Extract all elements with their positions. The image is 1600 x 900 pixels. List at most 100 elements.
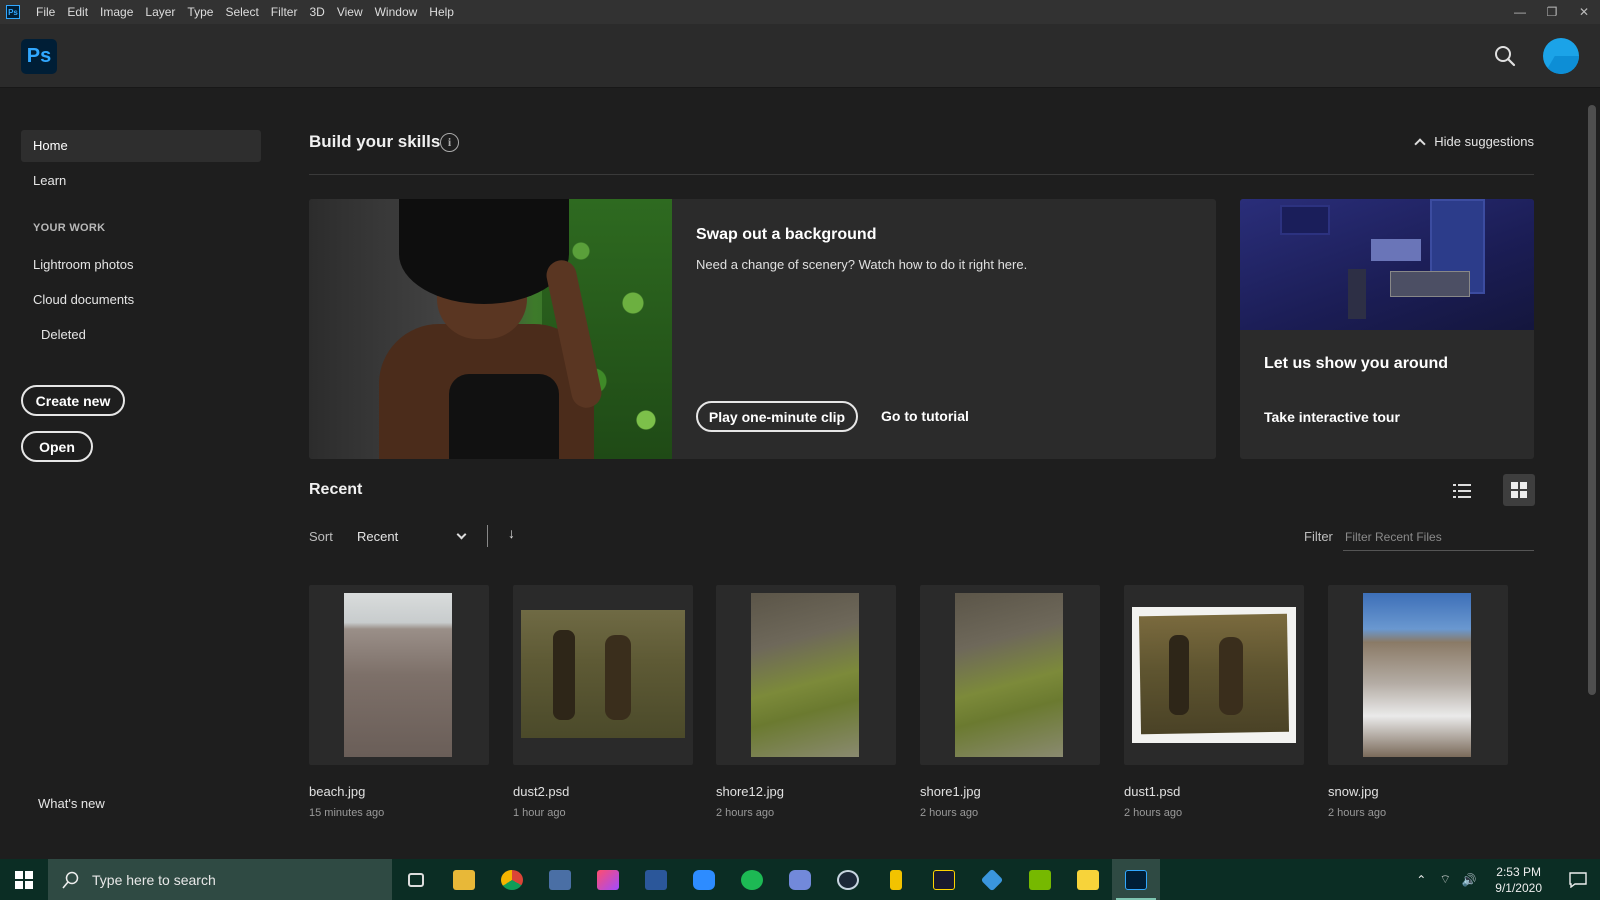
dust2-thumbnail [521,610,685,738]
take-tour-link[interactable]: Take interactive tour [1264,409,1400,425]
build-skills-heading: Build your skills [309,132,441,151]
file-thumbnail[interactable] [309,585,489,765]
discord-icon[interactable] [776,859,824,900]
hide-suggestions-label: Hide suggestions [1434,134,1534,149]
sidebar-item-deleted[interactable]: Deleted [21,319,261,351]
creative-cloud-icon[interactable] [584,859,632,900]
file-thumbnail[interactable] [1328,585,1508,765]
restore-button[interactable]: ❐ [1536,0,1568,24]
sidebar-item-learn[interactable]: Learn [21,165,261,197]
windows-start-icon[interactable] [0,859,48,900]
tour-image[interactable] [1240,199,1534,330]
task-view-icon[interactable] [392,859,440,900]
swap-card-title: Swap out a background [696,226,877,243]
whats-new-link[interactable]: What's new [38,796,105,811]
photoshop-taskbar-icon[interactable] [1112,859,1160,900]
scrollbar-thumb[interactable] [1588,105,1596,695]
menu-window[interactable]: Window [369,0,424,24]
menu-view[interactable]: View [331,0,369,24]
filter-input[interactable] [1343,523,1534,551]
volume-icon[interactable]: 🔊 [1457,873,1481,887]
file-thumbnail[interactable] [513,585,693,765]
file-card[interactable]: snow.jpg 2 hours ago [1328,585,1508,819]
menu-edit[interactable]: Edit [61,0,94,24]
file-card[interactable]: dust2.psd 1 hour ago [513,585,693,819]
sticky-notes-icon[interactable] [1064,859,1112,900]
file-name: dust1.psd [1124,784,1181,799]
word-icon[interactable] [632,859,680,900]
close-button[interactable]: ✕ [1568,0,1600,24]
steam-icon[interactable] [824,859,872,900]
menu-file[interactable]: File [30,0,61,24]
clock[interactable]: 2:53 PM 9/1/2020 [1481,864,1556,896]
swap-card-description: Need a change of scenery? Watch how to d… [696,257,1028,272]
sidebar-item-lightroom-photos[interactable]: Lightroom photos [21,249,261,281]
sidebar-item-cloud-documents[interactable]: Cloud documents [21,284,261,316]
clock-date: 9/1/2020 [1495,880,1542,895]
file-thumbnail[interactable] [716,585,896,765]
window-shape [1280,205,1330,235]
file-explorer-icon[interactable] [440,859,488,900]
figure-shape [605,635,631,720]
menu-help[interactable]: Help [423,0,460,24]
figure-dress-shape [449,374,559,459]
spotify-icon[interactable] [728,859,776,900]
menu-select[interactable]: Select [219,0,264,24]
create-new-button[interactable]: Create new [21,385,125,416]
minimize-button[interactable]: — [1504,0,1536,24]
chevron-down-icon [456,529,467,540]
file-card[interactable]: dust1.psd 2 hours ago [1124,585,1304,819]
section-divider [309,174,1534,175]
clock-time: 2:53 PM [1496,864,1541,879]
go-to-tutorial-link[interactable]: Go to tutorial [881,408,969,424]
file-time: 2 hours ago [1124,807,1183,819]
menu-layer[interactable]: Layer [139,0,181,24]
file-thumbnail[interactable] [1124,585,1304,765]
app-a-icon[interactable] [920,859,968,900]
toolbar-shape [1348,269,1366,319]
file-card[interactable]: shore12.jpg 2 hours ago [716,585,896,819]
notification-icon[interactable] [1556,859,1600,900]
photoshop-logo[interactable]: Ps [21,39,57,74]
hide-suggestions-button[interactable]: Hide suggestions [1414,134,1534,150]
user-avatar[interactable] [1543,38,1579,74]
file-name: shore12.jpg [716,784,784,799]
open-button[interactable]: Open [21,431,93,462]
file-card[interactable]: shore1.jpg 2 hours ago [920,585,1100,819]
vertical-scrollbar[interactable] [1584,89,1600,859]
sort-value: Recent [357,529,399,544]
play-clip-button[interactable]: Play one-minute clip [696,401,858,432]
figure-hat-shape [399,199,569,304]
file-card[interactable]: beach.jpg 15 minutes ago [309,585,489,819]
photoshop-app-icon[interactable]: Ps [6,5,20,19]
sort-direction-icon[interactable]: ↓ [508,525,515,541]
menu-type[interactable]: Type [181,0,219,24]
app-3-icon[interactable] [872,859,920,900]
nvidia-icon[interactable] [1016,859,1064,900]
wifi-icon[interactable]: ⌔ [1433,872,1457,887]
search-icon[interactable] [1493,44,1517,68]
menu-image[interactable]: Image [94,0,139,24]
file-name: beach.jpg [309,784,366,799]
swap-background-image[interactable] [309,199,672,459]
chrome-icon[interactable] [488,859,536,900]
file-time: 2 hours ago [716,807,775,819]
file-thumbnail[interactable] [920,585,1100,765]
tour-card-title: Let us show you around [1264,355,1449,372]
chevron-up-icon[interactable]: ⌃ [1409,873,1433,887]
info-icon[interactable]: i [440,133,459,152]
list-view-icon[interactable] [1447,476,1477,506]
grid-view-icon[interactable] [1503,474,1535,506]
snow-thumbnail [1363,593,1471,757]
menu-bar: Ps File Edit Image Layer Type Select Fil… [0,0,1600,24]
sort-dropdown[interactable]: Recent [357,529,469,544]
zoom-icon[interactable] [680,859,728,900]
taskbar-search-placeholder: Type here to search [92,871,216,888]
taskbar-search-box[interactable]: Type here to search [48,859,392,900]
menu-3d[interactable]: 3D [303,0,330,24]
chevron-up-icon [1414,137,1426,150]
menu-filter[interactable]: Filter [265,0,304,24]
calculator-icon[interactable] [536,859,584,900]
visual-studio-icon[interactable] [968,859,1016,900]
sidebar-item-home[interactable]: Home [21,130,261,162]
